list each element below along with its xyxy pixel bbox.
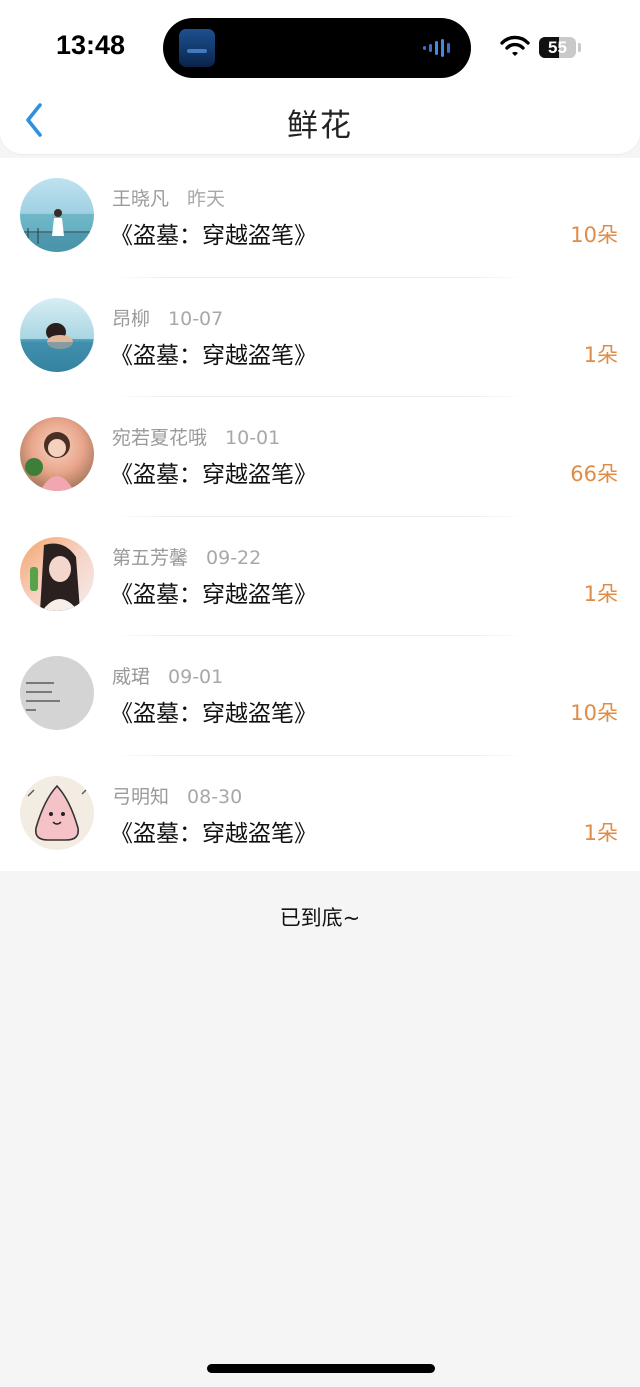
flower-gift-list: 王晓凡 昨天 《盗墓：穿越盗笔》 10朵 昂柳 10-07 《盗墓：穿越盗笔》 1朵 [0,158,640,871]
gift-date: 10-01 [225,427,281,449]
dynamic-island[interactable] [163,18,471,78]
avatar-image-icon [20,209,94,252]
flower-count: 1朵 [583,581,618,606]
avatar[interactable] [20,417,94,491]
gift-date: 10-07 [168,307,224,330]
gift-date: 08-30 [187,785,243,808]
gift-date: 昨天 [187,188,226,210]
page-title: 鲜花 [287,108,353,144]
avatar[interactable] [20,536,94,611]
avatar[interactable] [20,178,94,252]
sender-meta: 昂柳 10-07 [112,304,223,331]
status-time: 13:48 [56,30,126,60]
header: 13:48 55 鲜花 [0,0,640,154]
list-item[interactable]: 威珺 09-01 《盗墓：穿越盗笔》 10朵 [0,636,640,756]
flower-count: 1朵 [583,820,618,845]
sender-name: 王晓凡 [112,188,170,210]
battery-level-text: 55 [548,38,567,57]
wifi-icon [500,35,530,56]
battery-tip [578,43,581,52]
flower-count: 10朵 [570,701,618,725]
avatar-image-icon [26,682,60,711]
book-title: 《盗墓：穿越盗笔》 [110,223,317,249]
avatar-image-icon [25,432,74,491]
gift-date: 09-22 [206,546,262,569]
book-title: 《盗墓：穿越盗笔》 [110,342,317,369]
sender-name: 昂柳 [112,307,151,330]
battery-icon: 55 [539,37,576,58]
list-item[interactable]: 宛若夏花哦 10-01 《盗墓：穿越盗笔》 66朵 [0,397,640,517]
sender-meta: 宛若夏花哦 10-01 [112,423,280,450]
now-playing-artwork [179,29,215,67]
sender-name: 第五芳馨 [112,546,189,569]
list-item[interactable]: 弓明知 08-30 《盗墓：穿越盗笔》 1朵 [0,756,640,876]
sender-name: 宛若夏花哦 [112,427,208,449]
book-title: 《盗墓：穿越盗笔》 [110,462,317,488]
flower-count: 66朵 [570,462,618,486]
list-item[interactable]: 王晓凡 昨天 《盗墓：穿越盗笔》 10朵 [0,158,640,278]
sender-name: 弓明知 [112,785,170,808]
avatar[interactable] [20,656,94,730]
book-title: 《盗墓：穿越盗笔》 [110,820,317,847]
gift-date: 09-01 [168,666,224,688]
book-title: 《盗墓：穿越盗笔》 [110,701,317,727]
end-of-list-text: 已到底~ [279,906,361,930]
avatar[interactable] [20,297,94,372]
avatar-image-icon [30,543,80,611]
list-item[interactable]: 昂柳 10-07 《盗墓：穿越盗笔》 1朵 [0,278,640,397]
sender-meta: 第五芳馨 09-22 [112,543,261,570]
flower-count: 10朵 [570,223,618,247]
avatar-image-icon [27,784,89,841]
flower-count: 1朵 [583,342,618,367]
sender-meta: 弓明知 08-30 [112,782,242,809]
list-item[interactable]: 第五芳馨 09-22 《盗墓：穿越盗笔》 1朵 [0,517,640,636]
avatar-image-icon [20,322,94,372]
home-indicator[interactable] [207,1364,435,1373]
sender-name: 威珺 [112,666,151,688]
sender-meta: 威珺 09-01 [112,662,223,689]
book-title: 《盗墓：穿越盗笔》 [110,581,317,608]
sender-meta: 王晓凡 昨天 [112,184,225,211]
audio-waveform-icon [423,39,450,57]
avatar[interactable] [20,775,94,850]
